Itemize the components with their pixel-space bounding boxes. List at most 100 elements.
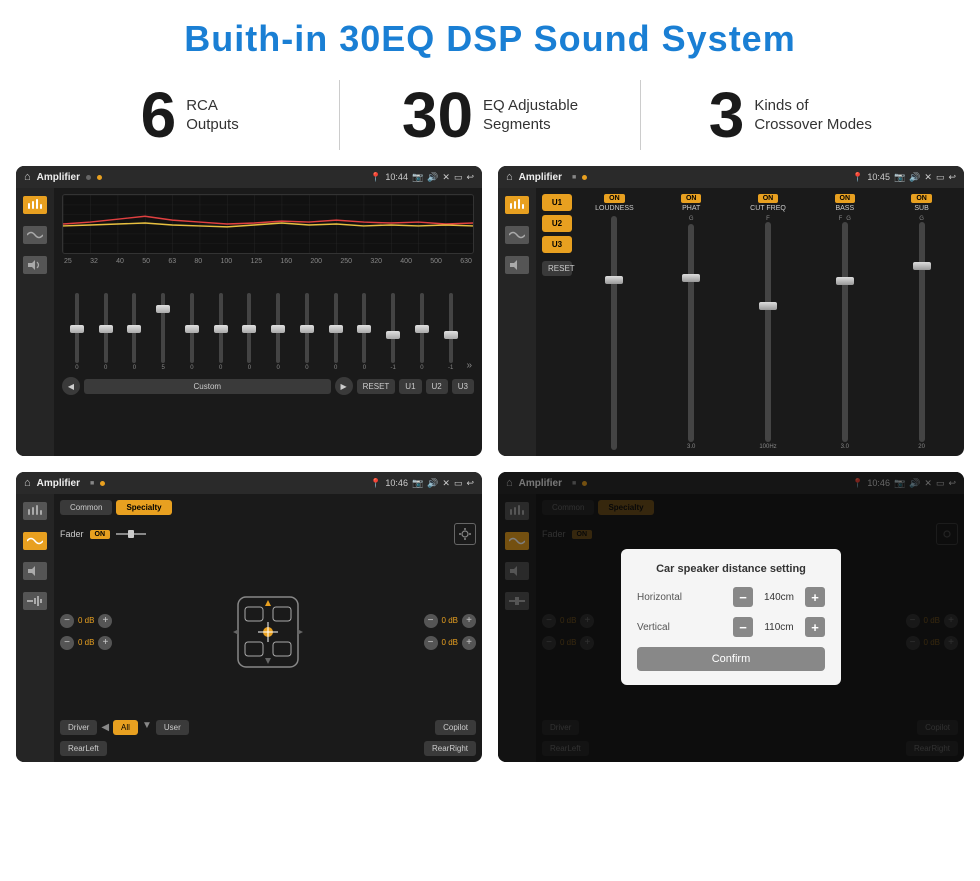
home-icon-3[interactable]: ⌂	[24, 477, 31, 489]
eq-u3-button[interactable]: U3	[452, 379, 474, 394]
settings-icon[interactable]	[454, 523, 476, 545]
slider-thumb-8[interactable]	[300, 325, 314, 333]
loudness-slider[interactable]	[611, 216, 617, 450]
slider-track-12[interactable]	[420, 293, 424, 363]
right-db-controls: − 0 dB + − 0 dB +	[424, 614, 476, 650]
slider-track-11[interactable]	[391, 293, 395, 363]
eq-more-icon[interactable]: »	[467, 360, 473, 371]
fader-on-button[interactable]: ON	[90, 530, 111, 539]
eq-u2-button[interactable]: U2	[426, 379, 448, 394]
cutfreq-thumb[interactable]	[759, 302, 777, 310]
preset-u2-button[interactable]: U2	[542, 215, 572, 232]
slider-thumb-2[interactable]	[127, 325, 141, 333]
sub-slider[interactable]	[919, 222, 925, 442]
db-plus-1[interactable]: +	[98, 614, 112, 628]
eq-u1-button[interactable]: U1	[399, 379, 421, 394]
fader-slider-icon[interactable]	[116, 529, 146, 539]
sidebar-wave-icon[interactable]	[23, 226, 47, 244]
fader-sidebar-eq-icon[interactable]	[23, 502, 47, 520]
horizontal-minus-button[interactable]: −	[733, 587, 753, 607]
eq-custom-button[interactable]: Custom	[84, 379, 331, 394]
rearright-button[interactable]: RearRight	[424, 741, 476, 756]
preset-u3-button[interactable]: U3	[542, 236, 572, 253]
cutfreq-on-button[interactable]: ON	[758, 194, 779, 203]
bass-thumb[interactable]	[836, 277, 854, 285]
phat-on-button[interactable]: ON	[681, 194, 702, 203]
fader-sidebar-wave-icon[interactable]	[23, 532, 47, 550]
loudness-thumb[interactable]	[605, 276, 623, 284]
bass-slider[interactable]	[842, 222, 848, 442]
db-minus-3[interactable]: −	[424, 614, 438, 628]
copilot-button[interactable]: Copilot	[435, 720, 476, 735]
slider-track-9[interactable]	[334, 293, 338, 363]
slider-track-7[interactable]	[276, 293, 280, 363]
home-icon-2[interactable]: ⌂	[506, 171, 513, 183]
db-minus-2[interactable]: −	[60, 636, 74, 650]
home-icon[interactable]: ⌂	[24, 171, 31, 183]
slider-thumb-1[interactable]	[99, 325, 113, 333]
specialty-tab-button[interactable]: Specialty	[116, 500, 171, 515]
sidebar-eq-icon[interactable]	[23, 196, 47, 214]
slider-thumb-13[interactable]	[444, 331, 458, 339]
cutfreq-slider[interactable]	[765, 222, 771, 442]
db-plus-4[interactable]: +	[462, 636, 476, 650]
slider-thumb-5[interactable]	[214, 325, 228, 333]
slider-track-13[interactable]	[449, 293, 453, 363]
eq-prev-button[interactable]: ◀	[62, 377, 80, 395]
amp-sidebar-wave-icon[interactable]	[505, 226, 529, 244]
back-icon-3[interactable]: ↩	[466, 478, 474, 489]
slider-thumb-7[interactable]	[271, 325, 285, 333]
common-tab-button[interactable]: Common	[60, 500, 112, 515]
back-icon[interactable]: ↩	[466, 172, 474, 183]
sub-thumb[interactable]	[913, 262, 931, 270]
rearleft-button[interactable]: RearLeft	[60, 741, 107, 756]
slider-track-5[interactable]	[219, 293, 223, 363]
slider-track-8[interactable]	[305, 293, 309, 363]
confirm-button[interactable]: Confirm	[637, 647, 825, 671]
slider-thumb-10[interactable]	[357, 325, 371, 333]
horizontal-plus-button[interactable]: +	[805, 587, 825, 607]
loudness-on-button[interactable]: ON	[604, 194, 625, 203]
slider-track-2[interactable]	[132, 293, 136, 363]
eq-slider-7: 0	[265, 293, 291, 371]
driver-button[interactable]: Driver	[60, 720, 97, 735]
bass-on-button[interactable]: ON	[835, 194, 856, 203]
db-plus-2[interactable]: +	[98, 636, 112, 650]
phat-thumb[interactable]	[682, 274, 700, 282]
amp-screen-content: U1 U2 U3 RESET ON LOUDNESS	[498, 188, 964, 456]
fader-sidebar-vol-icon[interactable]	[23, 592, 47, 610]
vertical-minus-button[interactable]: −	[733, 617, 753, 637]
sub-on-button[interactable]: ON	[911, 194, 932, 203]
slider-track-4[interactable]	[190, 293, 194, 363]
slider-thumb-12[interactable]	[415, 325, 429, 333]
sidebar-speaker-icon[interactable]	[23, 256, 47, 274]
back-icon-2[interactable]: ↩	[948, 172, 956, 183]
slider-thumb-0[interactable]	[70, 325, 84, 333]
preset-u1-button[interactable]: U1	[542, 194, 572, 211]
slider-thumb-6[interactable]	[242, 325, 256, 333]
slider-track-0[interactable]	[75, 293, 79, 363]
fader-sidebar-speaker-icon[interactable]	[23, 562, 47, 580]
amp-reset-button[interactable]: RESET	[542, 261, 572, 276]
user-button[interactable]: User	[156, 720, 189, 735]
slider-track-6[interactable]	[247, 293, 251, 363]
db-minus-4[interactable]: −	[424, 636, 438, 650]
db-plus-3[interactable]: +	[462, 614, 476, 628]
down-arrow[interactable]: ▼	[142, 720, 152, 735]
db-minus-1[interactable]: −	[60, 614, 74, 628]
amp-sidebar-speaker-icon[interactable]	[505, 256, 529, 274]
slider-thumb-9[interactable]	[329, 325, 343, 333]
amp-sidebar-eq-icon[interactable]	[505, 196, 529, 214]
slider-thumb-4[interactable]	[185, 325, 199, 333]
left-arrow[interactable]: ◀	[101, 722, 109, 733]
eq-play-button[interactable]: ▶	[335, 377, 353, 395]
slider-thumb-11[interactable]	[386, 331, 400, 339]
vertical-plus-button[interactable]: +	[805, 617, 825, 637]
slider-track-1[interactable]	[104, 293, 108, 363]
all-button[interactable]: All	[113, 720, 138, 735]
eq-reset-button[interactable]: RESET	[357, 379, 396, 394]
slider-track-10[interactable]	[362, 293, 366, 363]
slider-thumb-3[interactable]	[156, 305, 170, 313]
slider-track-3[interactable]	[161, 293, 165, 363]
phat-slider[interactable]	[688, 224, 694, 442]
